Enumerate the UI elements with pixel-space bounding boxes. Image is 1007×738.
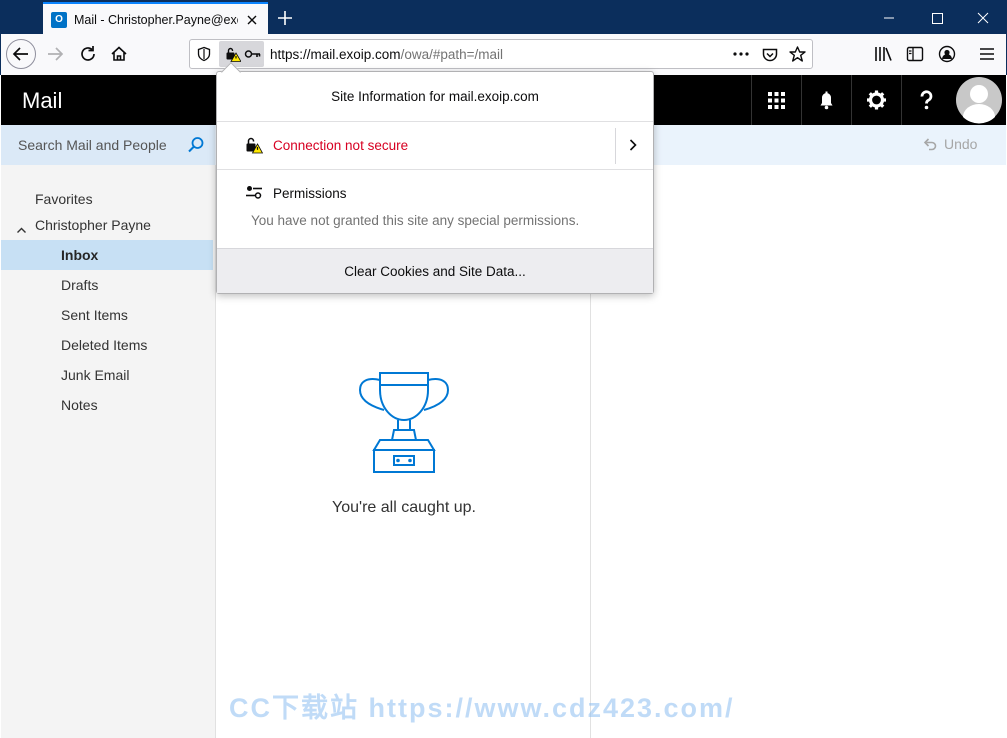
library-icon[interactable]	[873, 44, 893, 64]
tracking-shield-icon[interactable]	[196, 46, 212, 62]
pocket-icon[interactable]	[761, 46, 779, 64]
sidebar-toggle-icon[interactable]	[905, 44, 925, 64]
account-icon[interactable]	[937, 44, 957, 64]
app-launcher-waffle-icon[interactable]	[751, 75, 800, 125]
hamburger-menu-icon[interactable]	[977, 44, 997, 64]
tab-close-icon[interactable]	[244, 12, 260, 28]
notifications-bell-icon[interactable]	[801, 75, 850, 125]
folder-inbox[interactable]: Inbox	[1, 240, 213, 270]
folder-junk-email[interactable]: Junk Email	[1, 360, 213, 390]
undo-arrow-icon	[922, 136, 938, 152]
undo-button[interactable]: Undo	[922, 136, 977, 152]
tab-title: Mail - Christopher.Payne@exoip.com	[74, 12, 238, 27]
browser-titlebar: O Mail - Christopher.Payne@exoip.com	[0, 0, 1007, 35]
outlook-favicon-icon: O	[51, 11, 67, 28]
reload-icon[interactable]	[73, 39, 103, 69]
app-title[interactable]: Mail	[22, 88, 62, 114]
account-node[interactable]: Christopher Payne	[1, 210, 213, 240]
permissions-description: You have not granted this site any speci…	[251, 213, 580, 228]
url-text[interactable]: https://mail.exoip.com/owa/#path=/mail	[270, 47, 503, 62]
permissions-title: Permissions	[273, 186, 347, 201]
chevron-right-icon[interactable]	[627, 138, 639, 152]
search-placeholder: Search Mail and People	[18, 137, 167, 153]
help-question-icon[interactable]	[901, 75, 950, 125]
site-info-title: Site Information for mail.exoip.com	[217, 72, 653, 122]
folder-pane: Favorites Christopher Payne Inbox Drafts…	[1, 165, 215, 738]
folder-drafts[interactable]: Drafts	[1, 270, 213, 300]
trophy-icon	[358, 368, 450, 476]
chevron-up-icon[interactable]	[16, 221, 27, 233]
connection-security-row[interactable]: Connection not secure	[217, 122, 653, 170]
window-close-icon[interactable]	[960, 1, 1006, 35]
empty-state-text: You're all caught up.	[332, 499, 476, 516]
search-input[interactable]: Search Mail and People	[1, 125, 215, 165]
folder-notes[interactable]: Notes	[1, 390, 213, 420]
url-bar[interactable]: https://mail.exoip.com/owa/#path=/mail	[189, 39, 813, 69]
home-icon[interactable]	[104, 39, 134, 69]
row-divider	[615, 128, 616, 164]
user-avatar[interactable]	[954, 76, 1004, 124]
insecure-lock-warning-icon	[245, 136, 264, 154]
folder-sent-items[interactable]: Sent Items	[1, 300, 213, 330]
key-icon	[244, 46, 261, 62]
new-tab-plus-icon[interactable]	[271, 4, 299, 32]
insecure-lock-warning-icon	[225, 46, 242, 62]
search-icon[interactable]	[187, 136, 205, 154]
account-name: Christopher Payne	[35, 217, 151, 233]
bookmark-star-icon[interactable]	[788, 45, 807, 64]
folder-deleted-items[interactable]: Deleted Items	[1, 330, 213, 360]
site-identity-button[interactable]	[219, 41, 264, 67]
undo-label: Undo	[944, 136, 978, 152]
page-actions-more-icon[interactable]	[731, 45, 751, 63]
connection-status-text: Connection not secure	[273, 138, 409, 153]
site-info-popup: Site Information for mail.exoip.com Conn…	[216, 71, 654, 294]
window-minimize-icon[interactable]	[866, 1, 912, 35]
clear-cookies-button[interactable]: Clear Cookies and Site Data...	[217, 248, 653, 293]
watermark-text: CC下载站 https://www.cdz423.com/	[229, 693, 735, 723]
settings-gear-icon[interactable]	[851, 75, 900, 125]
browser-navbar: https://mail.exoip.com/owa/#path=/mail	[0, 34, 1007, 75]
permissions-sliders-icon	[245, 184, 263, 200]
back-arrow-icon[interactable]	[6, 39, 36, 69]
forward-arrow-icon[interactable]	[40, 39, 70, 69]
window-maximize-icon[interactable]	[914, 1, 960, 35]
browser-tab-active[interactable]: O Mail - Christopher.Payne@exoip.com	[43, 2, 268, 35]
